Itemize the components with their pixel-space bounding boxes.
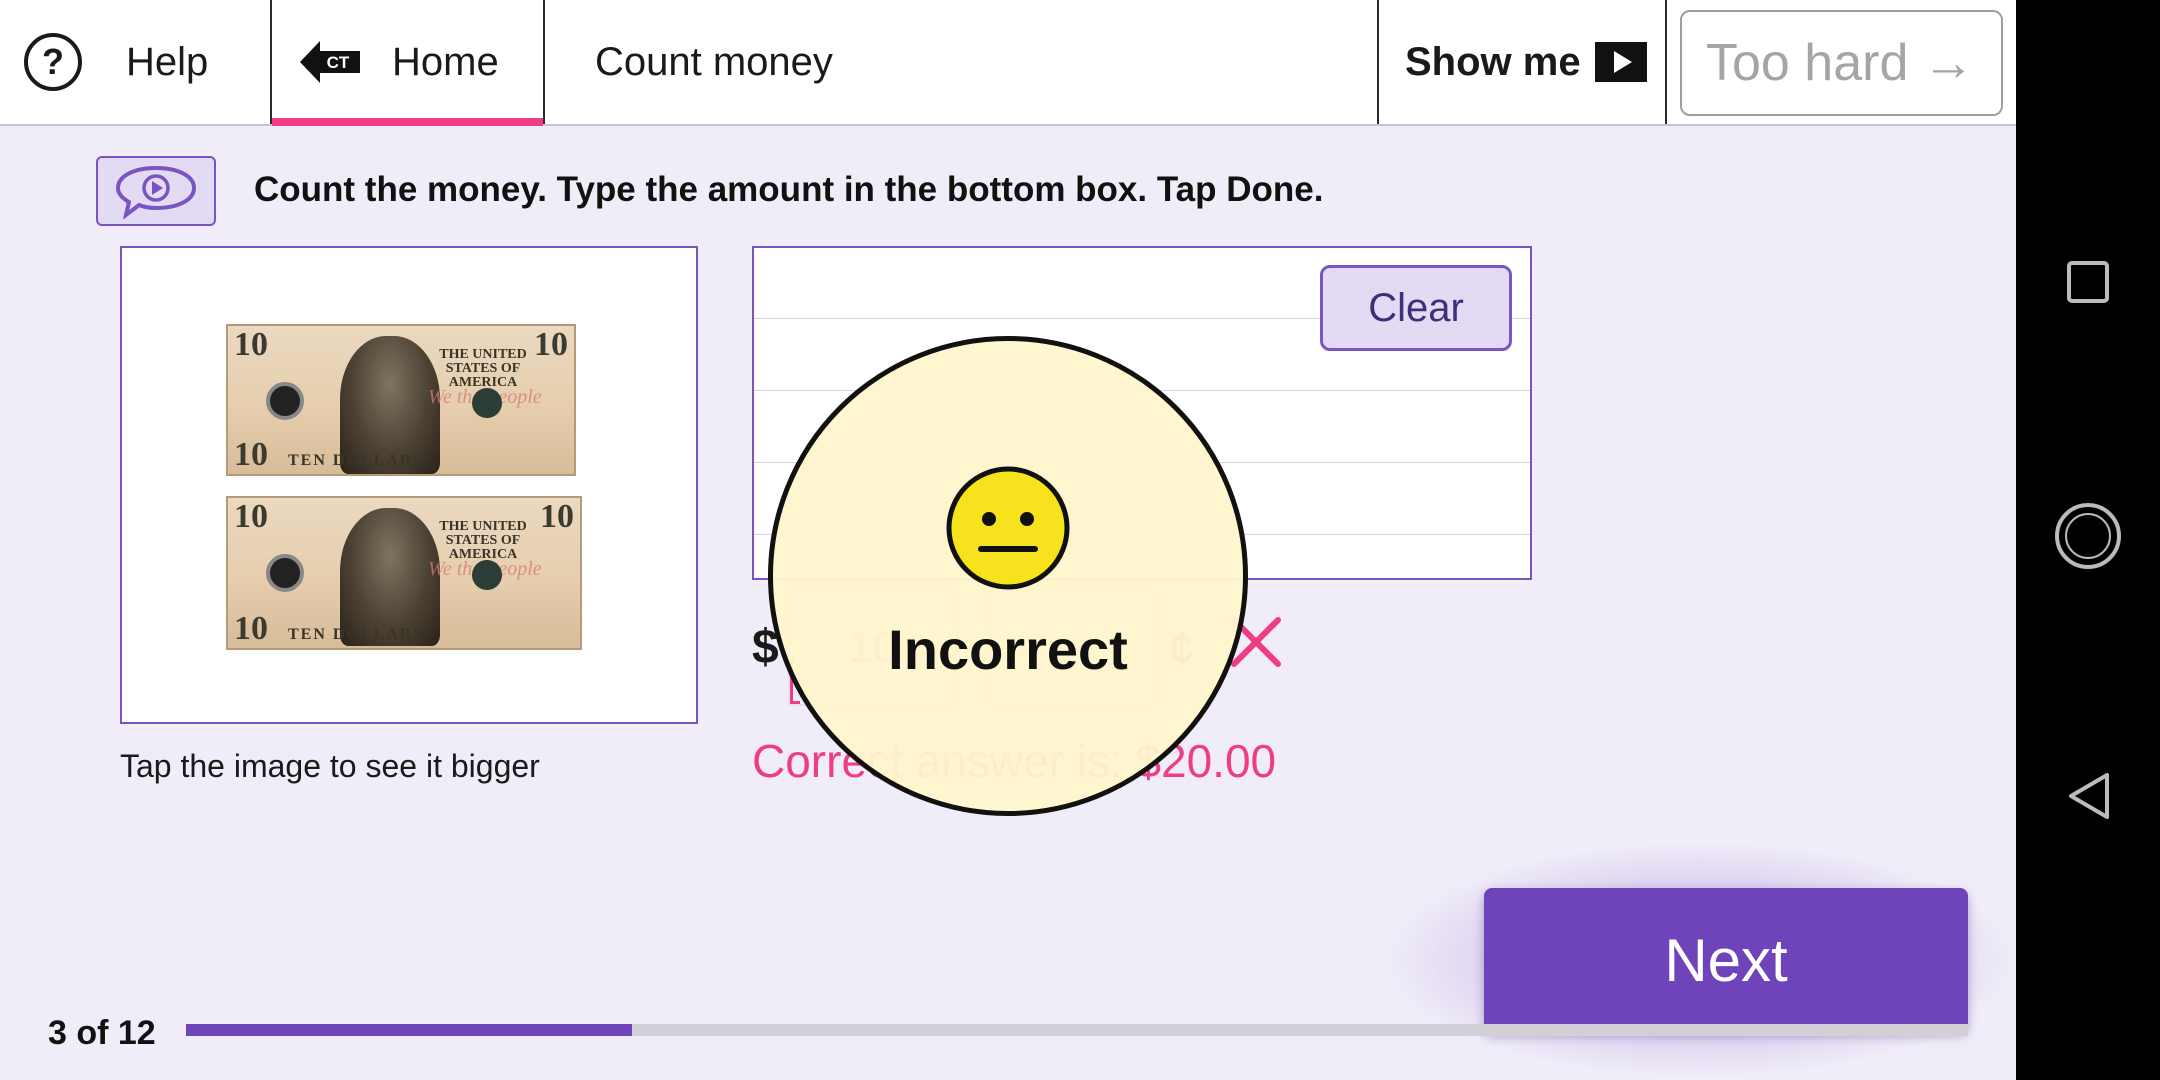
image-caption: Tap the image to see it bigger xyxy=(120,748,540,784)
recent-apps-button[interactable] xyxy=(2016,232,2160,332)
bill-treasury-seal xyxy=(472,560,502,590)
progress-label: 3 of 12 xyxy=(48,1014,156,1052)
money-image[interactable]: 10 10 10 THE UNITED STATES OF AMERICA We… xyxy=(120,246,698,724)
progress-bar xyxy=(186,1024,1968,1036)
circle-icon xyxy=(2055,503,2121,569)
home-system-button[interactable] xyxy=(2016,486,2160,586)
ten-dollar-bill: 10 10 10 THE UNITED STATES OF AMERICA We… xyxy=(226,496,582,650)
help-button[interactable]: ? Help xyxy=(0,0,272,124)
back-triangle-icon xyxy=(2069,773,2109,819)
back-system-button[interactable] xyxy=(2016,746,2160,846)
page-title: Count money xyxy=(545,0,1379,124)
bill-denomination-text: TEN DOLLARS xyxy=(288,626,425,643)
bill-value: 10 xyxy=(234,498,268,535)
help-icon-glyph: ? xyxy=(42,41,64,82)
bill-value: 10 xyxy=(234,436,268,473)
play-icon xyxy=(1594,42,1647,82)
bill-value: 10 xyxy=(534,326,568,363)
bill-seal xyxy=(266,554,304,592)
home-button[interactable]: CT Home xyxy=(272,0,545,126)
system-nav-bar xyxy=(2016,0,2160,1080)
app-screen: ? Help CT Home Count money Show me Too h… xyxy=(0,0,2016,1080)
read-aloud-button[interactable] xyxy=(96,156,216,226)
home-arrow-icon: CT xyxy=(300,41,360,83)
too-hard-button[interactable]: Too hard → xyxy=(1680,10,2003,116)
instruction-text: Count the money. Type the amount in the … xyxy=(254,170,1324,209)
ten-dollar-bill: 10 10 10 THE UNITED STATES OF AMERICA We… xyxy=(226,324,576,476)
progress-fill xyxy=(186,1024,632,1036)
top-bar: ? Help CT Home Count money Show me Too h… xyxy=(0,0,2016,126)
neutral-face-icon xyxy=(946,466,1070,590)
show-me-label: Show me xyxy=(1405,39,1581,84)
home-label: Home xyxy=(392,39,499,84)
bill-title: THE UNITED STATES OF AMERICA xyxy=(439,519,527,562)
bill-title: THE UNITED STATES OF AMERICA xyxy=(439,347,527,390)
help-icon: ? xyxy=(24,33,82,91)
speech-bubble-icon xyxy=(115,165,197,219)
home-icon-text: CT xyxy=(327,53,350,72)
clear-button[interactable]: Clear xyxy=(1320,265,1512,351)
feedback-text: Incorrect xyxy=(888,618,1128,681)
bill-treasury-seal xyxy=(472,388,502,418)
next-button[interactable]: Next xyxy=(1484,888,1968,1032)
feedback-bubble: Incorrect xyxy=(768,336,1248,816)
home-active-underline xyxy=(272,118,543,126)
arrow-right-icon: → xyxy=(1922,34,1975,92)
show-me-button[interactable]: Show me xyxy=(1379,0,1667,124)
bill-value: 10 xyxy=(234,610,268,647)
too-hard-label: Too hard xyxy=(1706,34,1909,92)
bill-seal xyxy=(266,382,304,420)
bill-value: 10 xyxy=(540,498,574,535)
help-label: Help xyxy=(126,39,209,84)
bill-denomination-text: TEN DOLLARS xyxy=(288,452,425,469)
square-icon xyxy=(2067,261,2109,303)
bill-value: 10 xyxy=(234,326,268,363)
